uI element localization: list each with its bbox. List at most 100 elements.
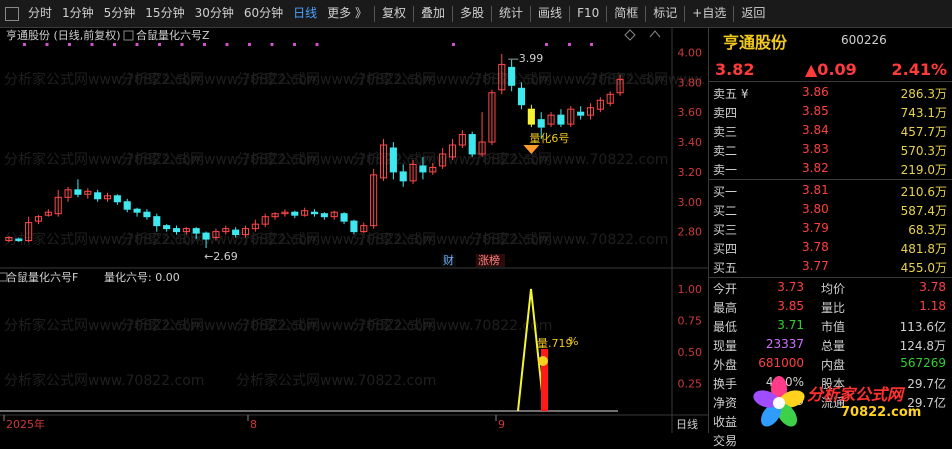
stat-label: 量比: [821, 301, 846, 315]
toolbar-action-5[interactable]: F10: [572, 0, 604, 27]
toolbar-action-0[interactable]: 复权: [377, 0, 411, 27]
period-tab-6[interactable]: 日线: [288, 0, 322, 27]
stat-label: 市值: [821, 320, 846, 334]
ask-volume: 743.1万: [900, 106, 947, 120]
toolbar-action-3[interactable]: 统计: [494, 0, 528, 27]
signal-dot: [452, 43, 455, 46]
candle-body: [320, 213, 328, 218]
chart-title: 亨通股份 (日线,前复权): [6, 28, 121, 42]
high-price-label: —3.99: [508, 52, 544, 65]
bid-row-0[interactable]: 买一 3.81 210.6万: [709, 182, 952, 200]
stat-label: 最低: [713, 320, 738, 334]
sub-indicator-value: 量化六号: 0.00: [104, 270, 180, 284]
time-axis-label: 8: [250, 418, 257, 431]
sub-axis-label: 0.75: [678, 315, 703, 328]
signal-label: 量化6号: [529, 131, 569, 145]
stat-value: 1.18: [919, 299, 946, 313]
period-tab-3[interactable]: 15分钟: [140, 0, 189, 27]
stat-label: 净资: [713, 396, 738, 410]
ask-volume: 457.7万: [900, 125, 947, 139]
bid-label: 买五: [713, 261, 738, 275]
toolbar-action-6[interactable]: 简框: [609, 0, 643, 27]
period-tab-5[interactable]: 60分钟: [239, 0, 288, 27]
candle-body: [577, 111, 585, 116]
ask-row-3[interactable]: 卖二 3.83 570.3万: [709, 141, 952, 159]
bid-volume: 481.8万: [900, 242, 947, 256]
candle-body: [557, 114, 565, 125]
candle-body: [527, 108, 535, 125]
period-tab-1[interactable]: 1分钟: [57, 0, 99, 27]
ask-row-2[interactable]: 卖三 3.84 457.7万: [709, 122, 952, 140]
candle-body: [419, 165, 427, 173]
signal-dot: [45, 43, 49, 46]
toolbar-action-1[interactable]: 叠加: [416, 0, 450, 27]
period-tab-0[interactable]: 分时: [23, 0, 57, 27]
price-axis-label: 3.80: [678, 76, 703, 89]
toolbar-divider: [373, 5, 375, 22]
stat-label: 均价: [821, 282, 846, 296]
bid-row-3[interactable]: 买四 3.78 481.8万: [709, 239, 952, 257]
ask-price: 3.85: [802, 104, 829, 118]
toolbar-divider: [645, 5, 647, 22]
stat-value: 113.6亿: [899, 320, 946, 334]
stat-label: 交易: [713, 434, 738, 448]
stat-value: 3.71: [777, 318, 804, 332]
toolbar-action-9[interactable]: 返回: [736, 0, 770, 27]
stat-value: 567269: [900, 356, 946, 370]
signal-dot: [590, 43, 593, 46]
toolbar-action-2[interactable]: 多股: [455, 0, 489, 27]
stat-label: 换手: [713, 377, 738, 391]
kline-chart-svg[interactable]: 亨通股份 (日线,前复权) 合鼠量化六号Z 分析家公式网www.70822.com 分…: [0, 26, 784, 438]
price-change-percent: 2.41%: [891, 60, 947, 79]
stat-label: 外盘: [713, 358, 738, 372]
price-axis-label: 3.20: [678, 166, 703, 179]
candle-body: [94, 192, 102, 200]
toolbar-action-7[interactable]: 标记: [648, 0, 682, 27]
sub-axis-label: 0.50: [678, 346, 703, 359]
tag-zhangbang: 涨榜: [478, 253, 500, 267]
grid-icon[interactable]: [5, 6, 19, 21]
candle-body: [163, 225, 171, 230]
bid-row-1[interactable]: 买二 3.80 587.4万: [709, 201, 952, 219]
stat-value: 3.85: [777, 299, 804, 313]
bid-label: 买一: [713, 185, 738, 199]
ask-volume: 219.0万: [900, 163, 947, 177]
stock-code: 600226: [841, 33, 887, 47]
period-tab-2[interactable]: 5分钟: [99, 0, 141, 27]
candle-body: [113, 195, 121, 203]
kline-chart-area[interactable]: 亨通股份 (日线,前复权) 合鼠量化六号Z 分析家公式网www.70822.com 分…: [0, 26, 784, 438]
stat-label: 总量: [821, 339, 846, 353]
price-row: 3.82 ▲0.09 2.41%: [709, 57, 952, 82]
period-tab-4[interactable]: 30分钟: [190, 0, 239, 27]
signal-dot: [293, 43, 296, 46]
signal-dot: [568, 43, 571, 46]
ask-row-0[interactable]: 卖五 ¥ 3.86 286.3万: [709, 84, 952, 102]
ask-row-1[interactable]: 卖四 3.85 743.1万: [709, 103, 952, 121]
stats-divider: [709, 277, 952, 278]
price-axis-label: 2.80: [678, 226, 703, 239]
signal-dot: [270, 43, 274, 46]
toolbar-action-8[interactable]: +自选: [687, 0, 731, 27]
bid-row-4[interactable]: 买五 3.77 455.0万: [709, 258, 952, 276]
stock-name: 亨通股份: [723, 33, 788, 52]
watermark-text: 分析家公式网www.70822.com: [4, 372, 204, 389]
signal-dot: [68, 43, 71, 46]
candle-body: [340, 213, 348, 222]
period-tab-7[interactable]: 更多 》: [322, 0, 372, 27]
ask-price: 3.83: [802, 142, 829, 156]
toolbar-action-4[interactable]: 画线: [533, 0, 567, 27]
diamond-icon: [624, 29, 636, 41]
stat-label: 收益: [713, 415, 738, 429]
ask-price: 3.84: [802, 123, 829, 137]
flower-logo-icon: [753, 376, 805, 427]
quote-panel: 亨通股份 600226 3.82 ▲0.09 2.41% 卖五 ¥ 3.86 286…: [708, 27, 952, 448]
candle-body: [143, 211, 151, 218]
order-book-divider: [709, 179, 952, 180]
ask-row-4[interactable]: 卖一 3.82 219.0万: [709, 160, 952, 178]
ask-label: 卖五 ¥: [713, 87, 749, 101]
bid-price: 3.81: [802, 183, 829, 197]
toolbar-divider: [491, 5, 493, 22]
logo-text: 分析家公式网: [807, 385, 904, 404]
bid-row-2[interactable]: 买三 3.79 68.3万: [709, 220, 952, 238]
candle-body: [15, 238, 23, 242]
